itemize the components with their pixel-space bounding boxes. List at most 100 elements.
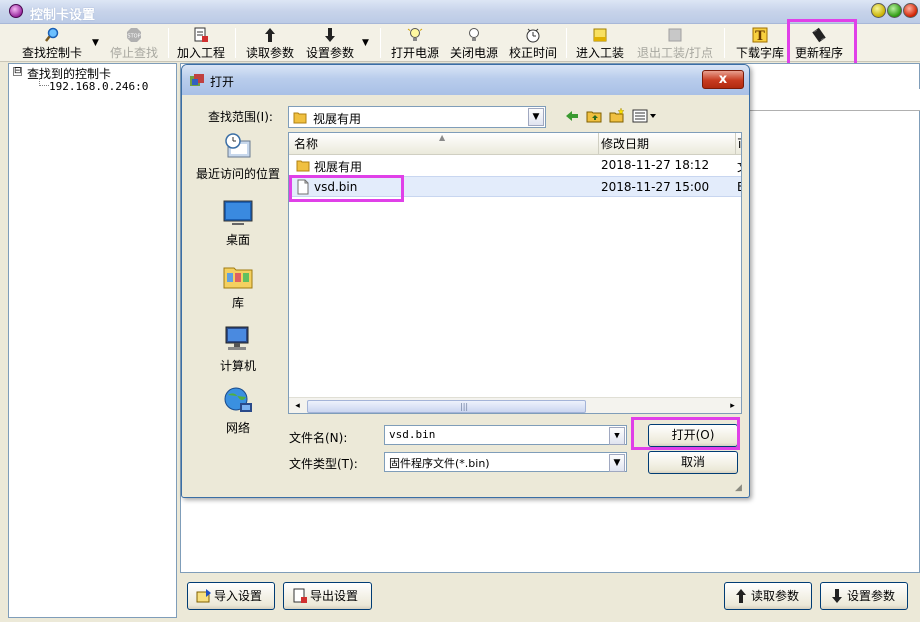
place-libraries[interactable]: 库 (190, 260, 286, 310)
add-project-button[interactable]: 加入工程 (172, 24, 230, 61)
font-icon: T (752, 27, 768, 43)
stop-find-label: 停止查找 (109, 46, 158, 60)
arrow-up-icon (736, 589, 746, 603)
resize-grip-icon[interactable]: ◢ (735, 483, 747, 495)
chevron-down-icon[interactable]: ▼ (609, 427, 625, 445)
import-settings-button[interactable]: 导入设置 (187, 582, 275, 610)
close-window-button[interactable] (903, 3, 918, 18)
network-icon (224, 387, 252, 412)
file-list[interactable]: 名称 ▲ 修改日期 ī 视展有用 2018-11-27 18:12 文 vsd.… (288, 132, 742, 414)
place-network-label: 网络 (225, 421, 250, 435)
add-project-label: 加入工程 (176, 46, 225, 60)
enter-setup-icon (593, 28, 607, 42)
power-off-button[interactable]: 关闭电源 (446, 24, 502, 61)
scroll-right-arrow-icon[interactable]: ▸ (725, 399, 740, 413)
chevron-down-icon[interactable]: ▼ (609, 454, 625, 472)
open-file-dialog: 打开 x 查找范围(I): 视展有用 ▼ 最近访问的位置 桌面 库 计算机 网络… (181, 64, 750, 498)
download-font-button[interactable]: T 下载字库 (732, 24, 788, 61)
file-name: 视展有用 (314, 160, 363, 174)
card-tree[interactable]: ⊟ 查找到的控制卡 192.168.0.246:0 (8, 63, 177, 618)
dialog-title-bar[interactable]: 打开 x (182, 65, 749, 95)
export-settings-button[interactable]: 导出设置 (283, 582, 372, 610)
panel-tab-strip (746, 89, 920, 111)
stop-icon: STOP (127, 28, 141, 42)
set-params-button[interactable]: 设置参数 (302, 24, 358, 61)
read-params-button[interactable]: 读取参数 (242, 24, 298, 61)
toolbar-separator (380, 28, 381, 58)
place-network[interactable]: 网络 (190, 385, 286, 435)
look-in-dropdown[interactable]: 视展有用 ▼ (288, 106, 546, 128)
file-type-label: 文件类型(T): (289, 457, 358, 471)
column-header-type[interactable]: ī (733, 133, 741, 155)
cancel-button[interactable]: 取消 (648, 451, 738, 474)
find-card-button[interactable]: 查找控制卡 (15, 24, 89, 61)
set-params-dropdown-icon[interactable]: ▼ (362, 38, 369, 48)
exit-setup-icon (668, 28, 682, 42)
place-desktop-label: 桌面 (225, 233, 250, 247)
tree-card-node[interactable]: 192.168.0.246:0 (49, 80, 148, 93)
update-program-button[interactable]: 更新程序 (790, 24, 848, 61)
chip-icon (812, 27, 826, 43)
search-icon (45, 27, 59, 42)
file-type-dropdown[interactable]: 固件程序文件(*.bin) ▼ (384, 452, 627, 472)
file-row-vsd-bin[interactable]: vsd.bin 2018-11-27 15:00 B (289, 176, 741, 197)
libraries-icon (223, 267, 253, 289)
toolbar-separator (724, 28, 725, 58)
scroll-grip: ||| (460, 402, 469, 411)
back-arrow-icon[interactable] (564, 108, 580, 124)
place-desktop[interactable]: 桌面 (190, 197, 286, 247)
tree-connector (39, 78, 49, 86)
place-computer-label: 计算机 (219, 359, 256, 373)
minimize-button[interactable] (871, 3, 886, 18)
stop-find-button[interactable]: STOP 停止查找 (104, 24, 164, 61)
toolbar-separator (235, 28, 236, 58)
power-on-label: 打开电源 (390, 46, 439, 60)
new-folder-icon[interactable] (609, 108, 625, 124)
chevron-down-icon[interactable]: ▼ (528, 108, 544, 126)
bottom-read-params-label: 读取参数 (751, 589, 800, 603)
column-headers: 名称 ▲ 修改日期 ī (289, 133, 741, 155)
main-title-bar[interactable]: 控制卡设置 (0, 0, 920, 24)
dialog-title: 打开 (210, 75, 235, 89)
up-folder-icon[interactable] (586, 108, 602, 124)
place-recent-label: 最近访问的位置 (195, 167, 280, 181)
power-on-button[interactable]: 打开电源 (387, 24, 443, 61)
view-menu-icon[interactable] (632, 108, 660, 124)
download-font-label: 下载字库 (735, 46, 784, 60)
bottom-set-params-button[interactable]: 设置参数 (820, 582, 908, 610)
window-title: 控制卡设置 (30, 8, 96, 23)
set-params-label: 设置参数 (305, 46, 354, 60)
place-computer[interactable]: 计算机 (190, 323, 286, 373)
scroll-thumb[interactable]: ||| (307, 400, 586, 413)
sync-time-button[interactable]: 校正时间 (505, 24, 561, 61)
place-libraries-label: 库 (231, 296, 244, 310)
scroll-left-arrow-icon[interactable]: ◂ (290, 399, 305, 413)
exit-setup-label: 退出工装/打点 (636, 46, 714, 60)
app-icon (9, 4, 23, 18)
toolbar-separator (566, 28, 567, 58)
file-name-input[interactable]: vsd.bin ▼ (384, 425, 627, 445)
open-button[interactable]: 打开(O) (648, 424, 738, 447)
place-recent[interactable]: 最近访问的位置 (190, 131, 286, 181)
file-type-value: 固件程序文件(*.bin) (389, 457, 490, 470)
folder-icon (293, 112, 307, 124)
clock-icon (526, 28, 540, 43)
sort-ascending-icon: ▲ (439, 133, 446, 142)
tree-collapse-icon[interactable]: ⊟ (13, 67, 22, 76)
exit-setup-button[interactable]: 退出工装/打点 (632, 24, 718, 61)
lightbulb-on-icon (407, 28, 423, 41)
toolbar: 查找控制卡 ▼ STOP 停止查找 加入工程 读取参数 设置参数 ▼ 打开电源 … (0, 24, 920, 62)
column-header-date[interactable]: 修改日期 (596, 133, 736, 155)
dialog-close-button[interactable]: x (702, 70, 744, 89)
enter-setup-button[interactable]: 进入工装 (572, 24, 628, 61)
file-icon (297, 179, 309, 195)
maximize-button[interactable] (887, 3, 902, 18)
toolbar-separator (168, 28, 169, 58)
file-row-folder[interactable]: 视展有用 2018-11-27 18:12 文 (289, 155, 741, 176)
file-type: 文 (737, 158, 741, 175)
recent-places-icon (225, 133, 251, 158)
bottom-read-params-button[interactable]: 读取参数 (724, 582, 812, 610)
horizontal-scrollbar[interactable]: ◂ ||| ▸ (289, 397, 741, 413)
add-document-icon (194, 27, 208, 42)
find-card-dropdown-icon[interactable]: ▼ (92, 38, 99, 48)
